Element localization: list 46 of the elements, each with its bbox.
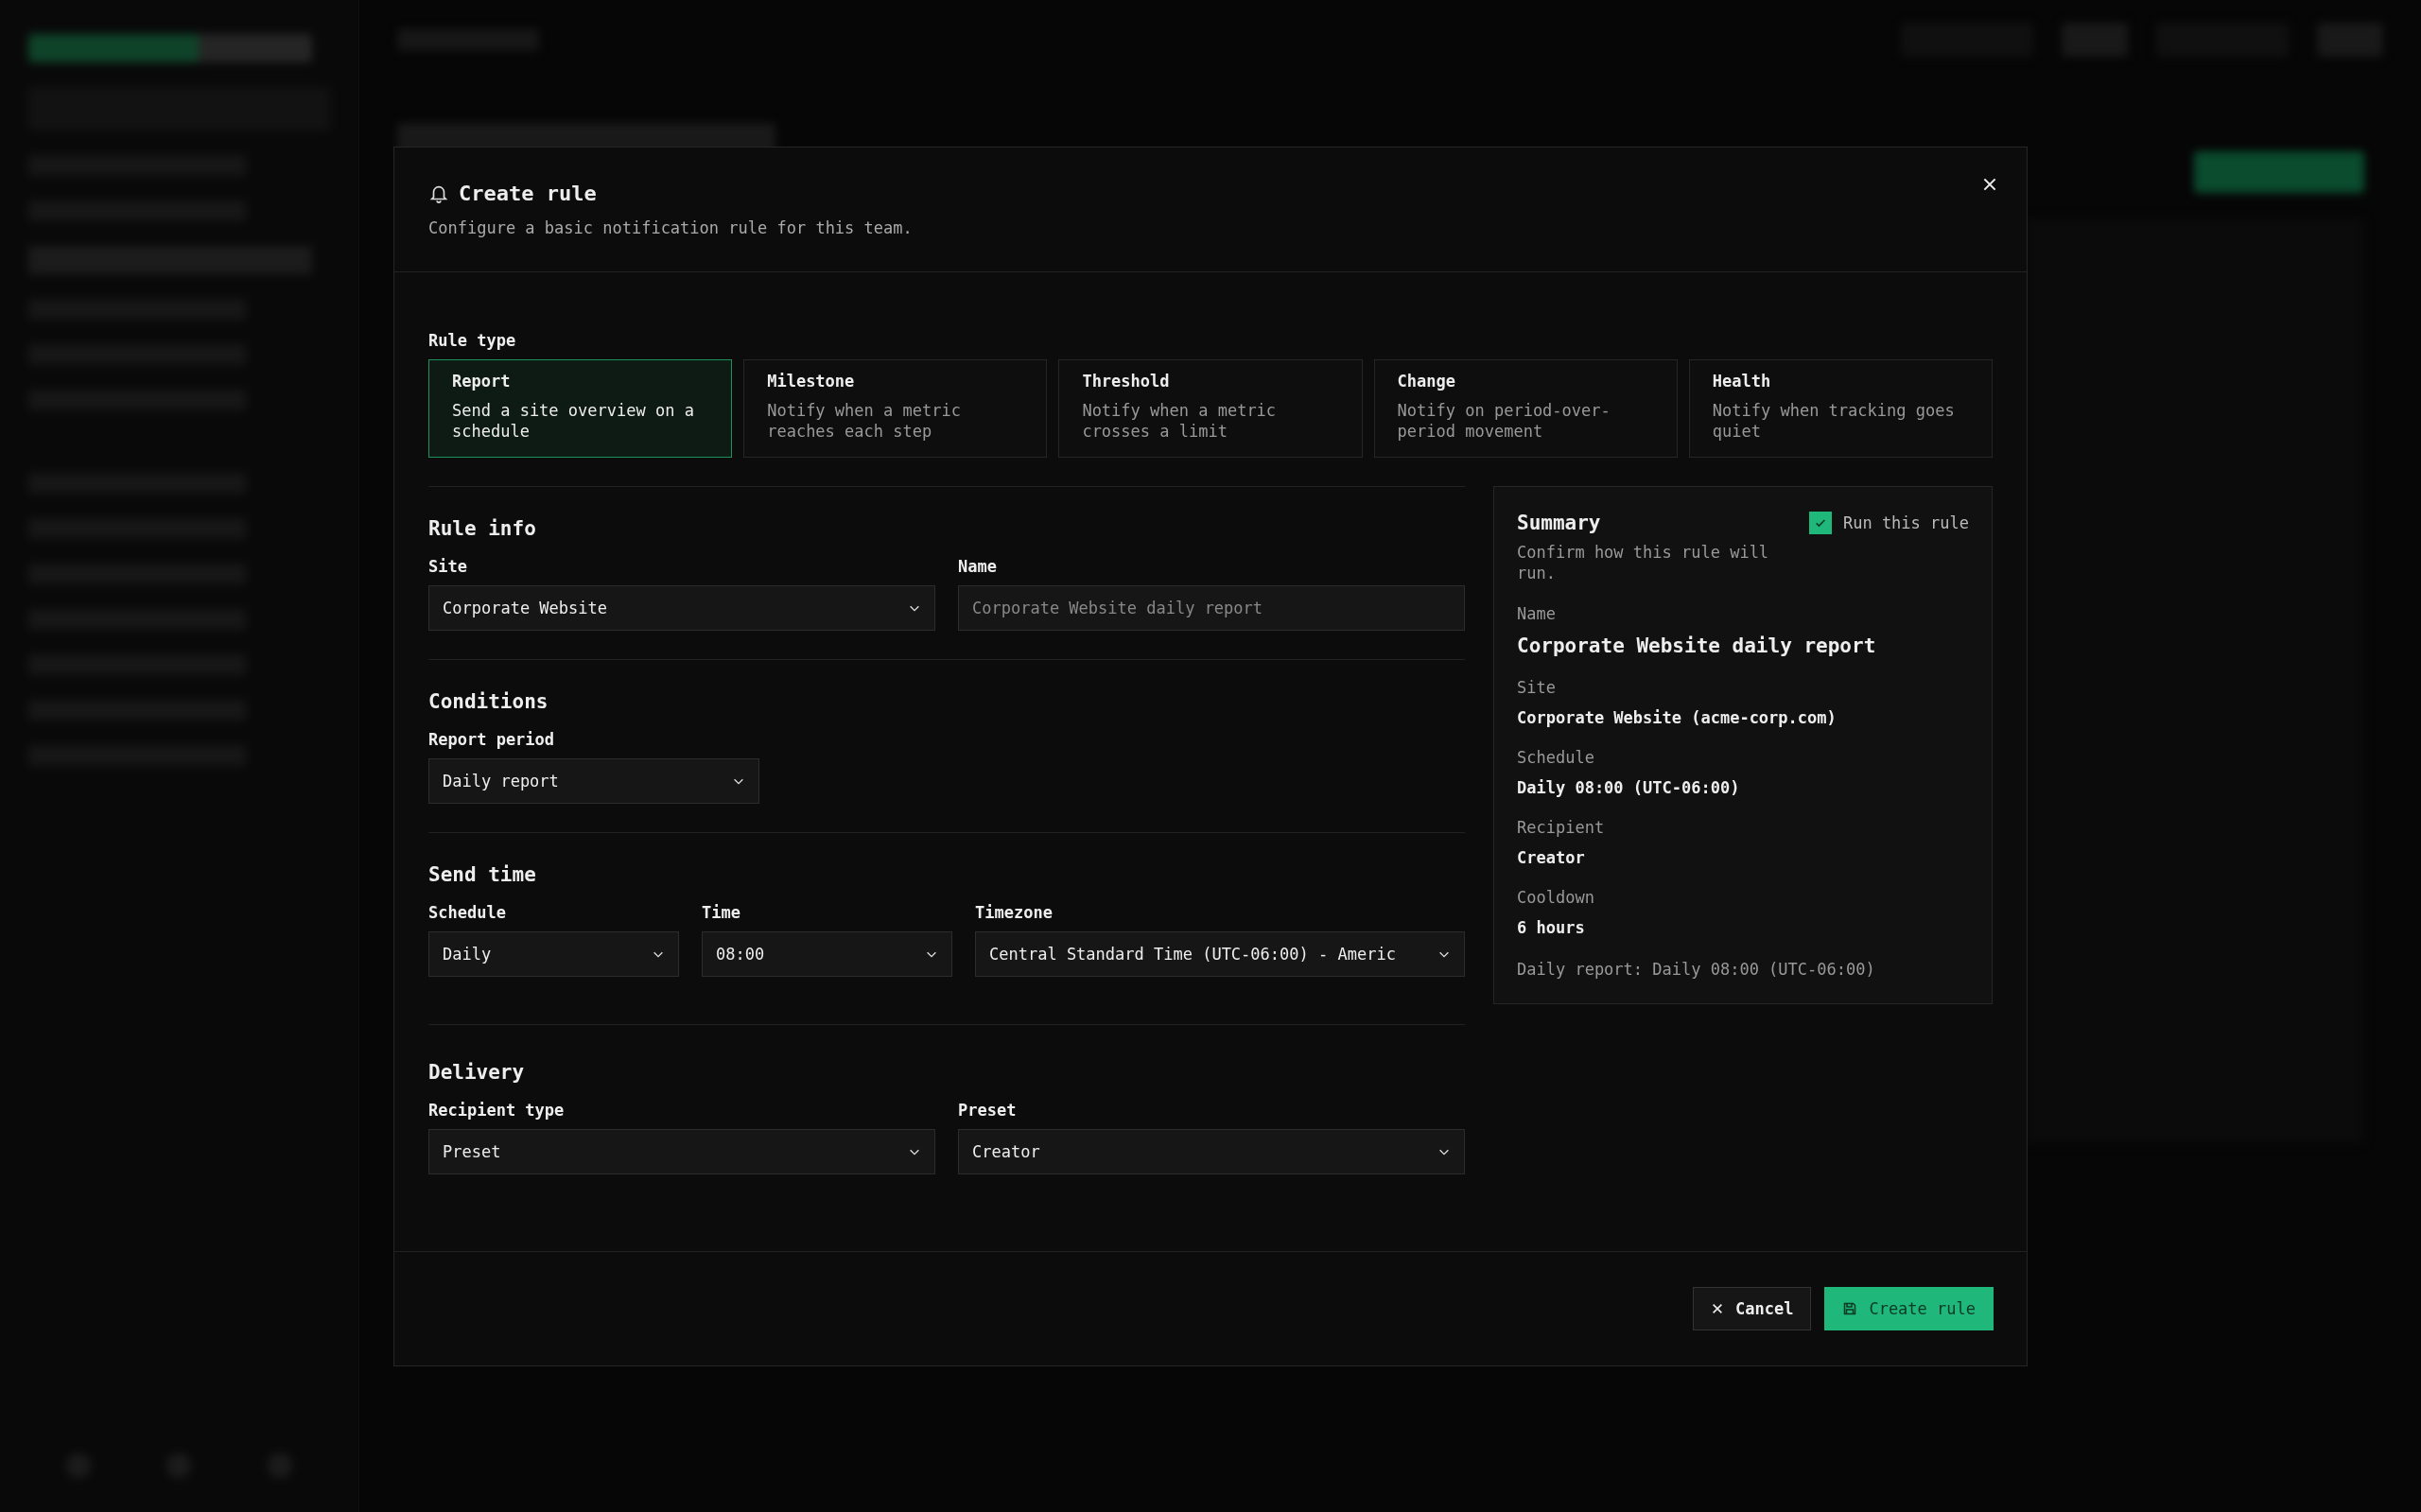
dialog-title: Create rule xyxy=(459,182,597,205)
rule-type-card[interactable]: Health Notify when tracking goes quiet xyxy=(1688,359,1993,458)
summary-title: Summary xyxy=(1517,512,1602,534)
summary-label: Cooldown xyxy=(1517,888,1595,908)
summary-label: Site xyxy=(1517,678,1557,698)
select-field[interactable]: Central Standard Time (UTC-06:00) - Americ xyxy=(975,931,1465,977)
close-icon xyxy=(1711,1302,1724,1315)
summary-value: Creator xyxy=(1517,848,1586,868)
summary-footnote: Daily report: Daily 08:00 (UTC-06:00) xyxy=(1517,960,1876,980)
rule-type-card[interactable]: Change Notify on period-over-period movement xyxy=(1373,359,1678,458)
field-label: Schedule xyxy=(428,903,507,922)
rule-type-card[interactable]: Milestone Notify when a metric reaches each step xyxy=(743,359,1048,458)
field-label: Name xyxy=(958,557,998,576)
name-input[interactable]: Corporate Website daily report xyxy=(958,585,1465,631)
summary-value: Daily 08:00 (UTC-06:00) xyxy=(1517,778,1741,798)
rule-type-card[interactable]: Report Send a site overview on a schedule xyxy=(428,359,733,458)
summary-subtitle: Confirm how this rule will run. xyxy=(1517,542,1770,584)
summary-value: 6 hours xyxy=(1517,918,1586,938)
field-label: Report period xyxy=(428,730,556,749)
summary-value: Corporate Website (acme-corp.com) xyxy=(1517,708,1838,728)
cancel-button[interactable]: Cancel xyxy=(1693,1287,1812,1330)
run-rule-checkbox[interactable]: Run this rule xyxy=(1808,512,1969,534)
select-field[interactable]: Daily report xyxy=(428,758,759,804)
field-label: Site xyxy=(428,557,468,576)
summary-label: Schedule xyxy=(1517,748,1595,768)
select-field[interactable]: Preset xyxy=(428,1129,935,1174)
field-label: Timezone xyxy=(975,903,1054,922)
field-label: Time xyxy=(702,903,741,922)
select-field[interactable]: 08:00 xyxy=(702,931,952,977)
field-label: Rule type xyxy=(428,331,517,350)
select-field[interactable]: Daily xyxy=(428,931,679,977)
summary-label: Recipient xyxy=(1517,818,1606,838)
dialog-subtitle: Configure a basic notification rule for this team. xyxy=(428,218,914,237)
section-heading: Rule info xyxy=(428,517,537,540)
rule-type-card[interactable]: Threshold Notify when a metric crosses a limit xyxy=(1058,359,1363,458)
field-label: Preset xyxy=(958,1101,1018,1120)
create-rule-button[interactable]: Create rule xyxy=(1824,1287,1994,1330)
section-heading: Send time xyxy=(428,863,537,886)
select-field[interactable]: Corporate Website xyxy=(428,585,935,631)
section-heading: Conditions xyxy=(428,690,549,713)
summary-value: Corporate Website daily report xyxy=(1517,634,1877,658)
section-heading: Delivery xyxy=(428,1061,526,1084)
select-field[interactable]: Creator xyxy=(958,1129,1465,1174)
field-label: Recipient type xyxy=(428,1101,566,1120)
save-icon xyxy=(1842,1301,1858,1316)
summary-label: Name xyxy=(1517,604,1557,624)
